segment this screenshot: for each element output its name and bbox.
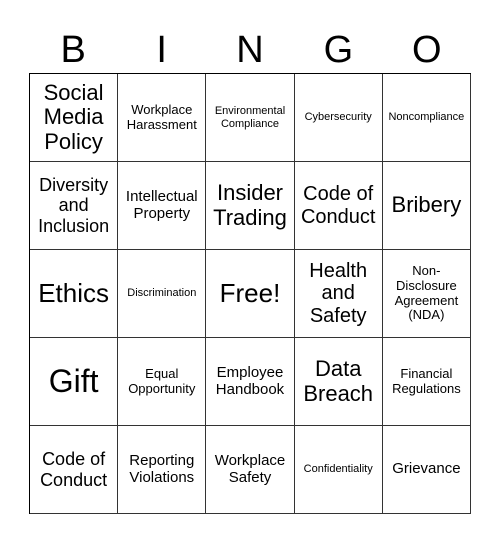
bingo-cell-label: Ethics	[38, 277, 109, 308]
header-letter-n: N	[236, 29, 264, 71]
bingo-cell[interactable]: Employee Handbook	[206, 338, 295, 426]
bingo-cell[interactable]: Confidentiality	[294, 426, 383, 514]
bingo-cell[interactable]: Data Breach	[294, 338, 383, 426]
bingo-cell-label: Noncompliance	[388, 111, 465, 124]
bingo-cell-label: Insider Trading	[213, 179, 287, 230]
bingo-cell[interactable]: Reporting Violations	[118, 426, 207, 514]
bingo-cell-label: Workplace Safety	[214, 451, 286, 486]
bingo-cell-label: Data Breach	[303, 355, 374, 406]
bingo-cell[interactable]: Cybersecurity	[294, 74, 383, 162]
bingo-cell[interactable]: Noncompliance	[382, 74, 471, 162]
bingo-cell[interactable]: Discrimination	[118, 250, 207, 338]
bingo-cell[interactable]: Bribery	[382, 162, 471, 250]
header-letter-i: I	[156, 29, 167, 71]
bingo-cell-label: Intellectual Property	[125, 187, 198, 222]
bingo-cell-label: Code of Conduct	[300, 183, 376, 228]
bingo-cell-label: Diversity and Inclusion	[38, 175, 110, 236]
bingo-cell-label: Code of Conduct	[40, 449, 108, 490]
bingo-cell[interactable]: Health and Safety	[294, 250, 383, 338]
bingo-grid: Social Media Policy Workplace Harassment E…	[29, 73, 471, 514]
bingo-cell[interactable]: Grievance	[382, 426, 471, 514]
bingo-cell[interactable]: Social Media Policy	[30, 74, 119, 162]
bingo-cell[interactable]: Non-Disclosure Agreement (NDA)	[382, 250, 471, 338]
bingo-cell-label: Reporting Violations	[129, 451, 195, 486]
bingo-cell-label: Environmental Compliance	[214, 105, 286, 130]
bingo-cell[interactable]: Code of Conduct	[294, 162, 383, 250]
bingo-cell[interactable]: Financial Regulations	[382, 338, 471, 426]
bingo-cell-label: Equal Opportunity	[128, 365, 196, 396]
bingo-cell-label: Cybersecurity	[304, 111, 372, 124]
free-space-cell[interactable]: Free!	[206, 250, 295, 338]
bingo-cell-label: Health and Safety	[309, 259, 368, 327]
header-letter-b: B	[60, 29, 86, 71]
bingo-cell-label: Bribery	[391, 192, 462, 218]
header-letter-g: G	[323, 29, 354, 71]
bingo-cell[interactable]: Insider Trading	[206, 162, 295, 250]
bingo-cell[interactable]: Workplace Safety	[206, 426, 295, 514]
bingo-cell-label: Social Media Policy	[43, 79, 104, 154]
bingo-cell-label: Confidentiality	[303, 463, 373, 476]
header-letter-o: O	[412, 29, 442, 71]
bingo-cell[interactable]: Gift	[30, 338, 119, 426]
bingo-cell-label: Workplace Harassment	[126, 101, 197, 132]
bingo-cell[interactable]: Diversity and Inclusion	[30, 162, 119, 250]
bingo-cell[interactable]: Ethics	[30, 250, 119, 338]
bingo-cell-label: Grievance	[392, 460, 461, 478]
bingo-cell-label: Employee Handbook	[215, 363, 285, 398]
bingo-cell[interactable]: Workplace Harassment	[118, 74, 207, 162]
bingo-cell-label: Discrimination	[127, 287, 197, 300]
bingo-header: B I N G O	[29, 28, 471, 72]
bingo-cell-label: Gift	[48, 362, 99, 399]
bingo-cell[interactable]: Code of Conduct	[30, 426, 119, 514]
bingo-cell-label: Non-Disclosure Agreement (NDA)	[394, 263, 459, 323]
bingo-cell[interactable]: Environmental Compliance	[206, 74, 295, 162]
bingo-cell-label: Free!	[219, 277, 281, 308]
bingo-cell[interactable]: Equal Opportunity	[118, 338, 207, 426]
bingo-cell[interactable]: Intellectual Property	[118, 162, 207, 250]
bingo-cell-label: Financial Regulations	[392, 365, 461, 396]
